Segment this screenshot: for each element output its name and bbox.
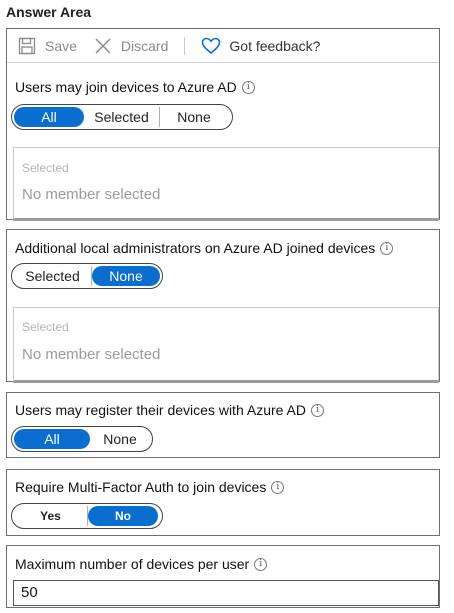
join-devices-option-selected[interactable]: Selected [84,107,160,127]
discard-label: Discard [120,37,169,54]
local-admins-label-text: Additional local administrators on Azure… [15,240,376,256]
join-devices-member-text: No member selected [22,186,161,203]
join-devices-toggle: All Selected None [11,104,233,130]
mfa-label: Require Multi-Factor Auth to join device… [15,479,285,495]
feedback-button[interactable]: Got feedback? [201,36,320,56]
join-devices-selected-header: Selected [22,161,69,175]
mfa-label-text: Require Multi-Factor Auth to join device… [15,479,267,495]
toolbar: Save Discard Got feedback? [7,29,439,63]
answer-area-title: Answer Area [6,4,92,20]
save-button[interactable]: Save [17,36,77,56]
local-admins-panel: Additional local administrators on Azure… [6,229,440,383]
max-devices-label: Maximum number of devices per user i [15,556,268,572]
join-devices-label-text: Users may join devices to Azure AD [15,79,237,95]
info-icon[interactable]: i [254,557,268,571]
mfa-toggle: Yes No [11,503,163,529]
register-devices-option-none[interactable]: None [90,429,150,449]
register-devices-option-all[interactable]: All [14,429,90,449]
toolbar-divider [184,36,186,55]
max-devices-input[interactable]: 50 [13,580,439,606]
info-icon[interactable]: i [380,241,394,255]
local-admins-option-none[interactable]: None [92,266,160,286]
mfa-option-no[interactable]: No [88,506,158,526]
register-devices-label: Users may register their devices with Az… [15,402,324,418]
heart-icon [201,36,221,56]
max-devices-panel: Maximum number of devices per user i 50 [6,545,440,608]
local-admins-toggle: Selected None [11,263,163,289]
discard-button[interactable]: Discard [93,36,168,56]
local-admins-member-box[interactable]: Selected No member selected [13,307,439,383]
join-devices-option-all[interactable]: All [14,107,84,127]
mfa-option-yes[interactable]: Yes [14,506,88,526]
max-devices-label-text: Maximum number of devices per user [15,556,250,572]
feedback-label: Got feedback? [229,37,321,54]
save-icon [17,36,37,56]
local-admins-selected-header: Selected [22,320,69,334]
local-admins-member-text: No member selected [22,346,161,363]
join-devices-member-box[interactable]: Selected No member selected [13,147,439,221]
save-label: Save [45,37,77,54]
discard-icon [93,36,113,56]
join-devices-label: Users may join devices to Azure AD i [15,79,255,95]
join-devices-option-none[interactable]: None [160,107,228,127]
local-admins-option-selected[interactable]: Selected [14,266,92,286]
info-icon[interactable]: i [271,480,285,494]
register-devices-label-text: Users may register their devices with Az… [15,402,306,418]
register-devices-toggle: All None [11,426,153,452]
info-icon[interactable]: i [311,403,324,417]
mfa-panel: Require Multi-Factor Auth to join device… [6,469,440,536]
info-icon[interactable]: i [241,80,255,94]
join-devices-panel: Save Discard Got feedback? Users may joi… [6,28,440,221]
register-devices-panel: Users may register their devices with Az… [6,392,440,458]
local-admins-label: Additional local administrators on Azure… [15,240,394,256]
